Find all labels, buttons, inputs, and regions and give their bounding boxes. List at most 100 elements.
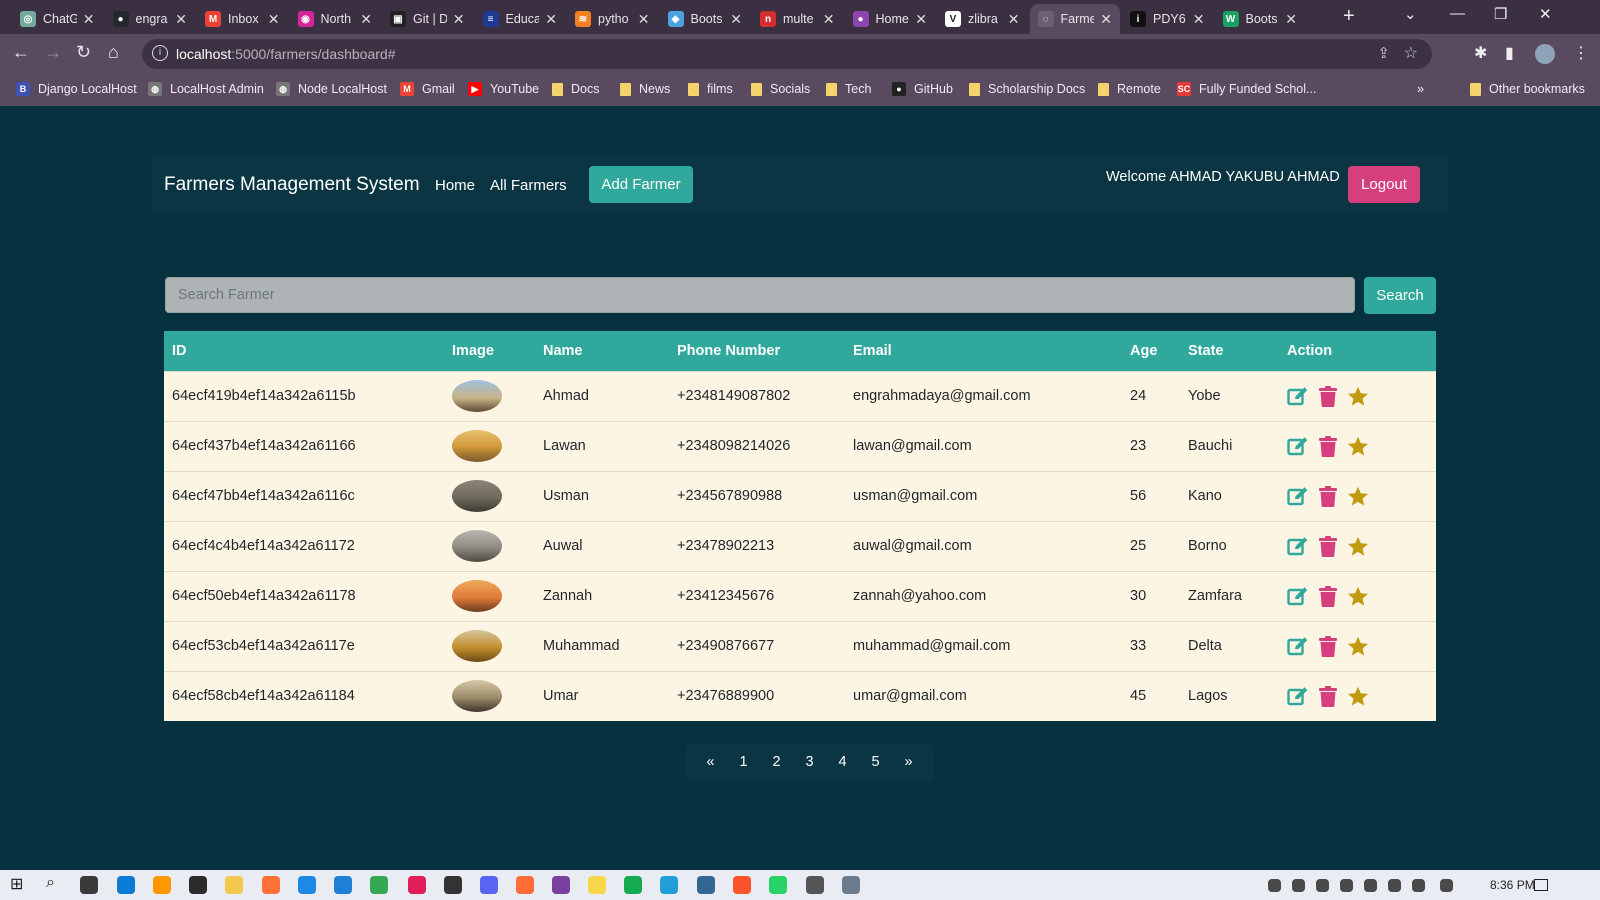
browser-tab-4[interactable]: ◉ North ✕ xyxy=(290,4,381,34)
sublime-icon[interactable] xyxy=(153,876,171,894)
pagination-page-3[interactable]: 3 xyxy=(793,754,826,770)
search-button[interactable]: Search xyxy=(1364,277,1436,314)
tab-close-icon[interactable]: ✕ xyxy=(638,11,650,28)
bookmark-9[interactable]: Socials xyxy=(751,82,810,96)
back-icon[interactable]: ← xyxy=(12,42,30,63)
trash-icon[interactable] xyxy=(1319,535,1337,557)
edit-icon[interactable] xyxy=(1287,436,1309,456)
tab-close-icon[interactable]: ✕ xyxy=(545,11,557,28)
url-text[interactable]: localhost:5000/farmers/dashboard# xyxy=(176,46,395,62)
brand-title[interactable]: Farmers Management System xyxy=(164,174,420,196)
terminal-icon[interactable] xyxy=(444,876,462,894)
sticky-icon[interactable] xyxy=(588,876,606,894)
tab-close-icon[interactable]: ✕ xyxy=(175,11,187,28)
search-farmer-input[interactable] xyxy=(165,277,1355,313)
bookmark-5[interactable]: ▶ YouTube xyxy=(468,82,539,96)
browser-tab-11[interactable]: Vzlibra ✕ xyxy=(937,4,1028,34)
bookmark-4[interactable]: M Gmail xyxy=(400,82,455,96)
minimize-icon[interactable]: — xyxy=(1450,5,1465,22)
browser-tab-9[interactable]: n multe ✕ xyxy=(752,4,843,34)
bookmarks-overflow[interactable]: » xyxy=(1417,82,1424,96)
pagination-page-1[interactable]: 1 xyxy=(727,754,760,770)
bookmark-13[interactable]: Remote xyxy=(1098,82,1161,96)
tab-close-icon[interactable]: ✕ xyxy=(1193,11,1205,28)
tab-close-icon[interactable]: ✕ xyxy=(1285,11,1297,28)
tab-close-icon[interactable]: ✕ xyxy=(823,11,835,28)
network-icon[interactable] xyxy=(1292,879,1305,892)
pagination-prev[interactable]: « xyxy=(694,754,727,770)
edit-icon[interactable] xyxy=(1287,686,1309,706)
browser-tab-10[interactable]: ● Home ✕ xyxy=(845,4,936,34)
store-icon[interactable] xyxy=(189,876,207,894)
star-icon[interactable] xyxy=(1347,486,1369,507)
edit-icon[interactable] xyxy=(1287,486,1309,506)
bookmark-8[interactable]: films xyxy=(688,82,733,96)
browser-tab-6[interactable]: ≡ Educa ✕ xyxy=(475,4,566,34)
security-icon[interactable] xyxy=(1388,879,1401,892)
tab-close-icon[interactable]: ✕ xyxy=(915,11,927,28)
brave-icon[interactable] xyxy=(733,876,751,894)
clock[interactable]: 8:36 PM xyxy=(1490,878,1535,892)
vlc-icon[interactable] xyxy=(1340,879,1353,892)
tab-close-icon[interactable]: ✕ xyxy=(268,11,280,28)
chrome-icon[interactable] xyxy=(370,876,388,894)
bookmark-11[interactable]: ● GitHub xyxy=(892,82,953,96)
edit-icon[interactable] xyxy=(1287,636,1309,656)
star-icon[interactable] xyxy=(1347,436,1369,457)
mongodb-icon[interactable] xyxy=(624,876,642,894)
trash-icon[interactable] xyxy=(1319,585,1337,607)
trash-icon[interactable] xyxy=(1319,635,1337,657)
pagination-page-5[interactable]: 5 xyxy=(859,754,892,770)
side-panel-icon[interactable]: ▮ xyxy=(1505,43,1514,63)
reload-icon[interactable]: ↻ xyxy=(76,42,91,63)
vscode-icon[interactable] xyxy=(334,876,352,894)
remote-icon[interactable] xyxy=(842,876,860,894)
notifications-icon[interactable] xyxy=(1534,879,1548,891)
search-icon[interactable]: ⌕ xyxy=(46,874,64,892)
nav-all-farmers-link[interactable]: All Farmers xyxy=(490,177,567,194)
browser-tab-13[interactable]: i PDY6 ✕ xyxy=(1122,4,1213,34)
star-icon[interactable] xyxy=(1347,636,1369,657)
windows-start-icon[interactable]: ⊞ xyxy=(10,874,28,893)
close-window-icon[interactable]: ✕ xyxy=(1539,5,1552,23)
browser-tab-8[interactable]: ◆ Boots ✕ xyxy=(660,4,751,34)
pagination-page-2[interactable]: 2 xyxy=(760,754,793,770)
browser-tab-5[interactable]: ▣ Git | D ✕ xyxy=(382,4,473,34)
bookmark-14[interactable]: SC Fully Funded Schol... xyxy=(1177,82,1316,96)
browser-tab-3[interactable]: M Inbox ✕ xyxy=(197,4,288,34)
new-tab-button[interactable]: + xyxy=(1343,5,1355,28)
bookmark-star-icon[interactable]: ☆ xyxy=(1404,43,1418,63)
extensions-icon[interactable]: ✱ xyxy=(1474,43,1487,63)
settings-icon[interactable] xyxy=(806,876,824,894)
share-icon[interactable]: ⇪ xyxy=(1377,44,1390,62)
tab-close-icon[interactable]: ✕ xyxy=(83,11,95,28)
profile-avatar[interactable] xyxy=(1535,44,1555,64)
trash-icon[interactable] xyxy=(1319,485,1337,507)
trash-icon[interactable] xyxy=(1319,435,1337,457)
postman-icon[interactable] xyxy=(516,876,534,894)
other-bookmarks[interactable]: Other bookmarks xyxy=(1470,82,1585,96)
discord-icon[interactable] xyxy=(480,876,498,894)
tab-close-icon[interactable]: ✕ xyxy=(730,11,742,28)
address-bar[interactable]: i localhost:5000/farmers/dashboard# ⇪ ☆ xyxy=(142,39,1432,69)
browser-tab-1[interactable]: ◎ ChatG ✕ xyxy=(12,4,103,34)
tab-close-icon[interactable]: ✕ xyxy=(1100,11,1112,28)
volume-icon[interactable] xyxy=(1412,879,1425,892)
browser-tab-12[interactable]: ◌ Farme ✕ xyxy=(1029,4,1120,34)
bookmark-7[interactable]: News xyxy=(620,82,670,96)
logout-button[interactable]: Logout xyxy=(1348,166,1420,203)
m-app-icon[interactable] xyxy=(552,876,570,894)
firefox-icon[interactable] xyxy=(262,876,280,894)
slack-icon[interactable] xyxy=(408,876,426,894)
pen-icon[interactable] xyxy=(1440,879,1453,892)
pagination-next[interactable]: » xyxy=(892,754,925,770)
site-info-icon[interactable]: i xyxy=(152,45,168,61)
browser-tab-2[interactable]: ● engra ✕ xyxy=(105,4,196,34)
mail-icon[interactable] xyxy=(298,876,316,894)
tab-close-icon[interactable]: ✕ xyxy=(360,11,372,28)
star-icon[interactable] xyxy=(1347,686,1369,707)
tab-close-icon[interactable]: ✕ xyxy=(453,11,465,28)
bookmark-2[interactable]: ◍ LocalHost Admin xyxy=(148,82,264,96)
edge-icon[interactable] xyxy=(117,876,135,894)
forward-icon[interactable]: → xyxy=(44,42,62,63)
